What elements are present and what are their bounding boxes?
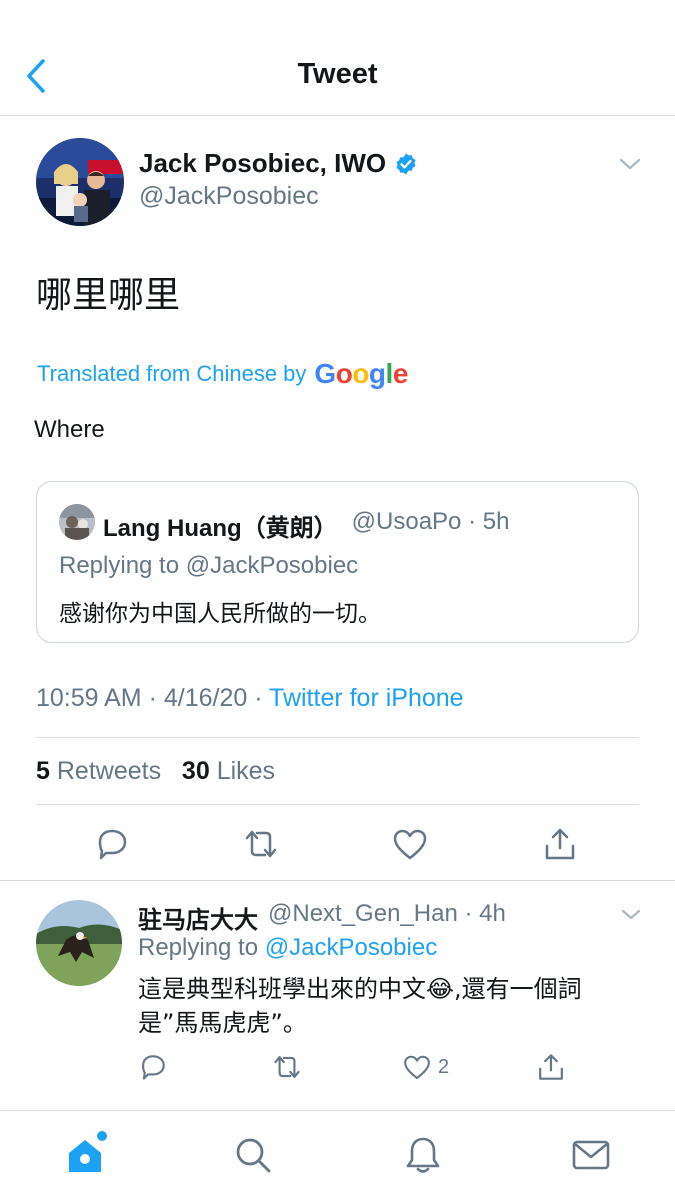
tweet-source-link[interactable]: Twitter for iPhone <box>269 684 464 712</box>
heart-icon <box>404 1055 430 1080</box>
comment-icon <box>142 1055 165 1080</box>
translation-text: Where <box>34 416 105 443</box>
chevron-down-icon <box>621 909 641 920</box>
share-icon <box>539 1054 563 1080</box>
search-icon <box>236 1138 271 1173</box>
reply-header: 驻马店大大 @Next_Gen_Han · 4h <box>138 900 506 935</box>
retweet-icon <box>245 830 277 858</box>
tweet-options-button[interactable] <box>618 154 642 174</box>
likes-count: 30 <box>181 757 210 785</box>
tweet-date: 4/16/20 <box>163 684 248 712</box>
quote-author-name: Lang Huang（黄朗） <box>103 515 338 542</box>
translation-attribution[interactable]: Translated from Chinese by Google <box>37 358 408 390</box>
tab-search[interactable] <box>231 1133 275 1177</box>
divider <box>36 804 639 805</box>
tweet-time: 10:59 AM <box>36 684 142 712</box>
replying-to-label: Replying to <box>138 934 259 961</box>
home-icon <box>69 1140 101 1172</box>
reply-retweet-button[interactable] <box>270 1050 304 1084</box>
quoted-tweet[interactable]: Lang Huang（黄朗） @UsoaPo · 5h Replying to … <box>36 481 639 643</box>
reply-replying-to: Replying to @JackPosobiec <box>138 934 437 962</box>
likes-stat[interactable]: 30 Likes <box>182 757 275 785</box>
retweet-button[interactable] <box>241 824 281 864</box>
reply-actions: 2 <box>0 1050 675 1084</box>
author-handle[interactable]: @JackPosobiec <box>139 182 319 211</box>
mail-icon <box>572 1140 610 1170</box>
tweet-stats: 5 Retweets 30 Likes <box>36 757 275 786</box>
share-button[interactable] <box>540 824 580 864</box>
reply-button[interactable] <box>92 824 132 864</box>
quote-text: 感谢你为中国人民所做的一切。 <box>59 601 381 627</box>
reply-author-avatar[interactable] <box>36 900 122 986</box>
share-icon <box>545 828 575 860</box>
translated-label: Translated from Chinese by <box>37 361 307 386</box>
quote-meta: @UsoaPo · 5h <box>351 508 510 535</box>
likes-label: Likes <box>216 757 276 785</box>
reply-reply-button[interactable] <box>138 1050 168 1084</box>
bell-icon <box>406 1137 440 1173</box>
retweets-count: 5 <box>36 757 50 785</box>
reply-like-button[interactable]: 2 <box>402 1050 449 1084</box>
tab-notifications[interactable] <box>401 1133 445 1177</box>
quote-avatar[interactable] <box>59 504 95 540</box>
comment-icon <box>98 829 127 860</box>
bottom-tab-bar <box>0 1110 675 1200</box>
tab-home[interactable] <box>63 1131 107 1177</box>
author-name-text: Jack Posobiec, IWO <box>139 148 387 178</box>
tweet-actions <box>0 824 675 864</box>
tweet-text: 哪里哪里 <box>36 275 181 316</box>
reply-age: 4h <box>479 900 506 927</box>
quote-header: Lang Huang（黄朗） @UsoaPo · 5h <box>103 508 509 543</box>
reply-text: 這是典型科班學出來的中文😂,還有一個詞是”馬馬虎虎”。 <box>138 975 582 1037</box>
reply-meta: @Next_Gen_Han · 4h <box>268 900 506 927</box>
notification-dot <box>97 1131 107 1141</box>
top-bar: Tweet <box>0 0 675 116</box>
like-button[interactable] <box>390 824 430 864</box>
replying-to-mention[interactable]: @JackPosobiec <box>265 934 437 961</box>
quote-replying-to: Replying to @JackPosobiec <box>59 552 359 579</box>
author-avatar[interactable] <box>36 138 124 226</box>
retweets-stat[interactable]: 5 Retweets <box>36 757 161 785</box>
verified-badge-icon <box>396 153 416 174</box>
chevron-down-icon <box>619 158 641 170</box>
divider <box>0 880 675 881</box>
quote-age: 5h <box>482 508 510 535</box>
reply-share-button[interactable] <box>536 1050 566 1084</box>
divider <box>36 737 639 738</box>
retweets-label: Retweets <box>56 757 162 785</box>
retweet-icon <box>274 1056 300 1078</box>
tab-messages[interactable] <box>569 1133 613 1177</box>
reply-author-name[interactable]: 驻马店大大 <box>138 900 258 935</box>
reply-like-count: 2 <box>438 1055 450 1078</box>
reply-options-button[interactable] <box>620 906 642 924</box>
tweet-timestamp: 10:59 AM · 4/16/20 · Twitter for iPhone <box>36 684 464 712</box>
quote-handle: @UsoaPo <box>351 508 462 535</box>
author-name[interactable]: Jack Posobiec, IWO <box>139 148 418 179</box>
google-logo: Google <box>314 358 408 389</box>
reply-handle[interactable]: @Next_Gen_Han <box>268 900 458 927</box>
heart-icon <box>393 829 427 860</box>
page-title: Tweet <box>297 58 378 90</box>
